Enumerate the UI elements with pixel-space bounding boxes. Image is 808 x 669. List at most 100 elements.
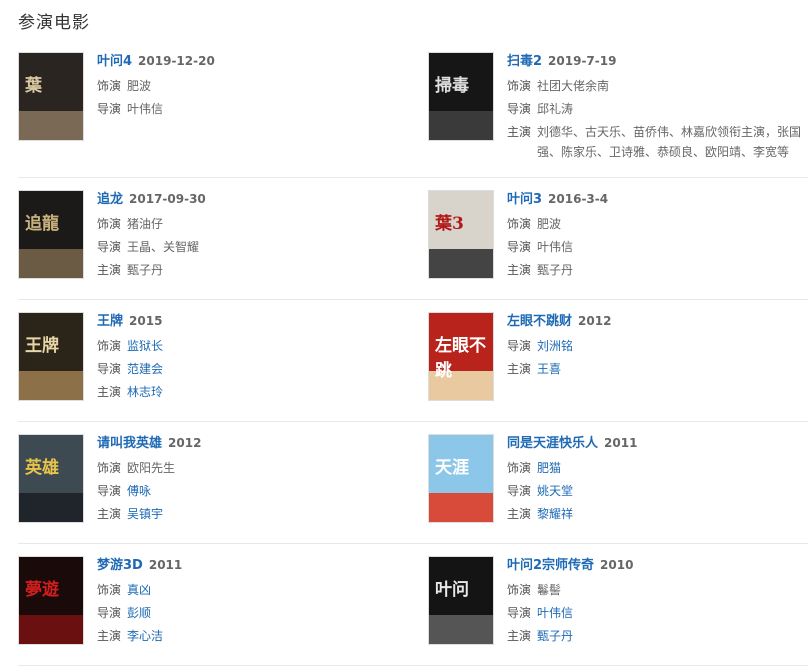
director-value[interactable]: 叶伟信	[537, 605, 573, 621]
cast-row: 主演 吴镇宇	[97, 506, 397, 522]
cast-label: 主演	[507, 362, 532, 376]
role-value: 欧阳先生	[127, 461, 176, 475]
movie-title-line: 扫毒2 2019-7-19	[507, 52, 807, 71]
movie-poster[interactable]: 掃毒	[428, 52, 494, 141]
movie-row: 夢遊 梦游3D 2011 饰演 真凶 导演 彭顺 主演 李心洁 叶问 叶问2宗师传奇 2010 饰演 鬈髻…	[18, 544, 808, 666]
movie-row: 追龍 追龙 2017-09-30 饰演 猪油仔 导演 王晶、关智耀 主演 甄子丹 葉3 叶问3 201…	[18, 178, 808, 300]
poster-band	[429, 111, 493, 140]
movie-title-link[interactable]: 叶问2宗师传奇	[507, 558, 594, 573]
poster-title-art: 叶问	[435, 580, 469, 600]
movie-title-line: 左眼不跳财 2012	[507, 312, 807, 331]
cast-row: 主演 王喜	[507, 361, 807, 377]
movie-title-line: 叶问3 2016-3-4	[507, 190, 807, 209]
role-label: 饰演	[97, 217, 122, 231]
poster-title-art: 左眼不跳	[435, 336, 486, 381]
role-value[interactable]: 监狱长	[127, 338, 163, 354]
cast-label: 主演	[507, 263, 532, 277]
cast-value[interactable]: 吴镇宇	[127, 506, 163, 522]
director-label: 导演	[97, 102, 122, 116]
movie-release-date: 2015	[129, 314, 163, 328]
cast-value[interactable]: 黎耀祥	[537, 506, 573, 522]
poster-title-art: 葉	[25, 76, 42, 96]
movie-title-link[interactable]: 左眼不跳财	[507, 314, 572, 329]
director-value: 邱礼涛	[537, 102, 574, 116]
director-value: 叶伟信	[537, 240, 574, 254]
movie-poster[interactable]: 叶问	[428, 556, 494, 645]
movie-poster[interactable]: 英雄	[18, 434, 84, 523]
movie-release-date: 2011	[604, 436, 638, 450]
cast-value[interactable]: 林志玲	[127, 384, 163, 400]
poster-band	[429, 249, 493, 278]
director-value: 王晶、关智耀	[127, 240, 200, 254]
movie-row: 英雄 请叫我英雄 2012 饰演 欧阳先生 导演 傅咏 主演 吴镇宇 天涯 同是天涯快乐人 2011 饰…	[18, 422, 808, 544]
director-row: 导演 彭顺	[97, 605, 397, 621]
movie-poster[interactable]: 天涯	[428, 434, 494, 523]
movie-info: 叶问2宗师传奇 2010 饰演 鬈髻 导演 叶伟信 主演 甄子丹	[507, 556, 807, 644]
role-value: 肥波	[127, 79, 152, 93]
movie-row: 葉叶问4 2019-12-20 饰演 肥波 导演 叶伟信 掃毒 扫毒2 2019-7-19 饰演社…	[18, 40, 808, 178]
movie-poster[interactable]: 夢遊	[18, 556, 84, 645]
movie-title-link[interactable]: 请叫我英雄	[97, 436, 162, 451]
movie-info: 梦游3D 2011 饰演 真凶 导演 彭顺 主演 李心洁	[97, 556, 397, 644]
role-value: 猪油仔	[127, 217, 164, 231]
poster-band	[19, 249, 83, 278]
movie-poster[interactable]: 追龍	[18, 190, 84, 279]
cast-label: 主演	[97, 263, 122, 277]
movie-info: 请叫我英雄 2012 饰演 欧阳先生 导演 傅咏 主演 吴镇宇	[97, 434, 397, 522]
cast-value: 甄子丹	[127, 263, 164, 277]
movie-title-link[interactable]: 扫毒2	[507, 54, 542, 69]
cast-label: 主演	[507, 629, 532, 643]
poster-title-art: 葉3	[435, 214, 464, 234]
cast-label: 主演	[97, 629, 122, 643]
movie-poster[interactable]: 葉3	[428, 190, 494, 279]
director-row: 导演 姚天堂	[507, 483, 807, 499]
role-label: 饰演	[97, 339, 122, 353]
director-row: 导演 刘洲铭	[507, 338, 807, 354]
movie-info: 同是天涯快乐人 2011 饰演 肥猫 导演 姚天堂 主演 黎耀祥	[507, 434, 807, 522]
director-label: 导演	[507, 240, 532, 254]
director-value[interactable]: 傅咏	[127, 483, 151, 499]
cast-value: 刘德华、古天乐、苗侨伟、林嘉欣领衔主演，张国强、陈家乐、卫诗雅、恭硕良、欧阳靖、…	[537, 125, 802, 159]
section-title: 参演电影	[18, 13, 90, 33]
director-label: 导演	[507, 484, 532, 498]
cast-value: 甄子丹	[537, 263, 574, 277]
movie-poster[interactable]: 葉	[18, 52, 84, 141]
role-row: 饰演 欧阳先生	[97, 460, 397, 476]
role-value: 肥波	[537, 217, 562, 231]
cast-value[interactable]: 李心洁	[127, 628, 163, 644]
movie-poster[interactable]: 左眼不跳	[428, 312, 494, 401]
movie-title-link[interactable]: 王牌	[97, 314, 123, 329]
role-row: 饰演 真凶	[97, 582, 397, 598]
poster-title-art: 追龍	[25, 214, 59, 234]
movie-title-link[interactable]: 叶问4	[97, 54, 132, 69]
director-row: 导演 范建会	[97, 361, 397, 377]
director-value[interactable]: 范建会	[127, 361, 163, 377]
movie-title-link[interactable]: 同是天涯快乐人	[507, 436, 598, 451]
cast-value[interactable]: 甄子丹	[537, 628, 573, 644]
movie-release-date: 2019-12-20	[138, 54, 215, 68]
poster-title-art: 英雄	[25, 458, 59, 478]
role-value[interactable]: 真凶	[127, 582, 151, 598]
role-label: 饰演	[507, 461, 532, 475]
role-label: 饰演	[507, 217, 532, 231]
cast-value[interactable]: 王喜	[537, 361, 561, 377]
movie-poster[interactable]: 王牌	[18, 312, 84, 401]
movie-title-link[interactable]: 梦游3D	[97, 558, 143, 573]
role-value[interactable]: 肥猫	[537, 460, 561, 476]
director-row: 导演 傅咏	[97, 483, 397, 499]
movie-row: 王牌 王牌 2015 饰演 监狱长 导演 范建会 主演 林志玲 左眼不跳 左眼不跳财 2012 导演 刘洲…	[18, 300, 808, 422]
movie-title-link[interactable]: 追龙	[97, 192, 123, 207]
director-label: 导演	[97, 484, 122, 498]
poster-band	[19, 615, 83, 644]
poster-title-art: 天涯	[435, 458, 469, 478]
director-value[interactable]: 刘洲铭	[537, 338, 573, 354]
director-value[interactable]: 彭顺	[127, 605, 151, 621]
cast-label: 主演	[97, 385, 122, 399]
movie-title-line: 追龙 2017-09-30	[97, 190, 397, 209]
movie-title-link[interactable]: 叶问3	[507, 192, 542, 207]
cast-row: 主演 甄子丹	[97, 262, 397, 278]
role-row: 饰演 猪油仔	[97, 216, 397, 232]
director-value[interactable]: 姚天堂	[537, 483, 573, 499]
poster-band	[429, 615, 493, 644]
role-row: 饰演 鬈髻	[507, 582, 807, 598]
